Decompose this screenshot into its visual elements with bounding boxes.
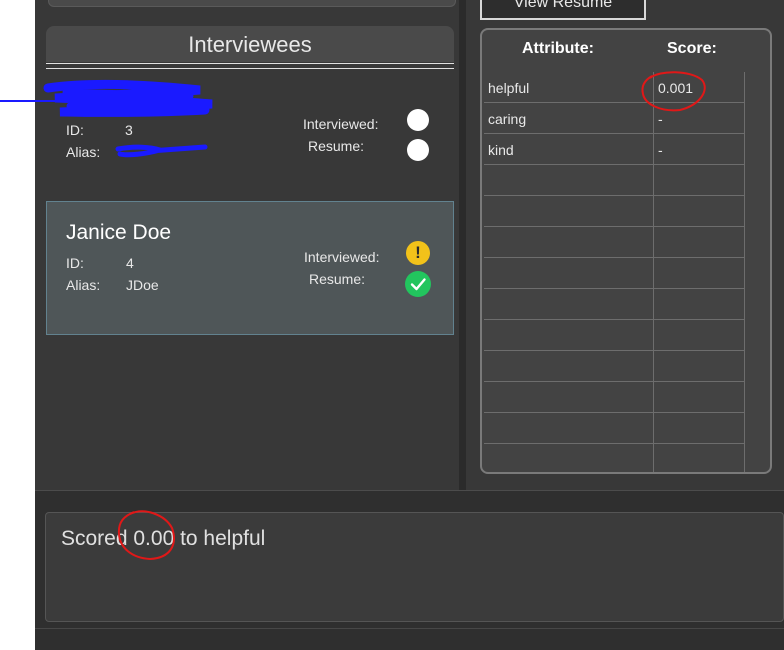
table-row-empty[interactable] — [484, 444, 770, 472]
id-label: ID: — [66, 122, 84, 138]
interviewee-card-selected[interactable]: Janice Doe ID: 4 Alias: JDoe Interviewed… — [46, 201, 454, 335]
score-cell — [654, 444, 745, 472]
table-row-empty[interactable] — [484, 258, 770, 289]
table-row-empty[interactable] — [484, 165, 770, 196]
score-cell — [654, 227, 745, 258]
attribute-cell — [484, 320, 654, 351]
score-cell — [654, 351, 745, 382]
output-message: Scored 0.00 to helpful — [61, 527, 266, 550]
alias-label: Alias: — [66, 144, 101, 160]
interviewed-label: Interviewed: — [304, 249, 380, 265]
score-cell — [654, 258, 745, 289]
table-row-empty[interactable] — [484, 196, 770, 227]
attribute-cell — [484, 444, 654, 472]
table-row-empty[interactable] — [484, 351, 770, 382]
table-row-empty[interactable] — [484, 227, 770, 258]
attribute-cell — [484, 227, 654, 258]
view-resume-button[interactable]: View Resume — [480, 0, 646, 20]
attribute-cell — [484, 413, 654, 444]
interviewees-panel: Interviewees ID: 3 Alias: Interviewed: R… — [46, 26, 454, 336]
attribute-cell — [484, 258, 654, 289]
attribute-cell: caring — [484, 103, 654, 134]
attribute-column-header: Attribute: — [522, 40, 594, 57]
table-row-empty[interactable] — [484, 382, 770, 413]
id-label: ID: — [66, 255, 84, 271]
top-panel-edge — [48, 0, 456, 7]
score-column-header: Score: — [667, 40, 717, 57]
attribute-cell: helpful — [484, 72, 654, 103]
table-row[interactable]: kind - — [484, 134, 770, 165]
bottom-splitter[interactable] — [35, 490, 784, 511]
interviewed-label: Interviewed: — [303, 116, 379, 132]
resume-label: Resume: — [309, 271, 366, 287]
checkmark-icon — [405, 271, 431, 297]
status-bar — [35, 628, 784, 650]
interviewee-name: Janice Doe — [66, 221, 172, 244]
resume-label: Resume: — [308, 138, 365, 154]
id-value: 3 — [125, 122, 133, 138]
id-value: 4 — [126, 255, 134, 271]
interviewees-title: Interviewees — [46, 26, 454, 62]
exclamation-icon: ! — [406, 241, 430, 265]
attribute-cell — [484, 382, 654, 413]
resume-status-icon — [407, 139, 429, 161]
table-row-empty[interactable] — [484, 320, 770, 351]
attribute-cell: kind — [484, 134, 654, 165]
interviewed-status-icon — [407, 109, 429, 131]
table-row[interactable]: caring - — [484, 103, 770, 134]
table-row-empty[interactable] — [484, 289, 770, 320]
score-cell — [654, 382, 745, 413]
interviewee-card[interactable]: ID: 3 Alias: Interviewed: Resume: — [46, 70, 454, 190]
score-cell: - — [654, 103, 745, 134]
score-cell — [654, 165, 745, 196]
score-cell — [654, 413, 745, 444]
attribute-cell — [484, 196, 654, 227]
attribute-cell — [484, 351, 654, 382]
table-row[interactable]: helpful 0.001 — [484, 72, 770, 103]
title-divider — [46, 63, 454, 69]
score-cell — [654, 289, 745, 320]
score-cell — [654, 320, 745, 351]
attribute-cell — [484, 165, 654, 196]
table-row-empty[interactable] — [484, 413, 770, 444]
attribute-table: Attribute: Score: helpful 0.001 caring -… — [480, 28, 772, 474]
score-cell — [654, 196, 745, 227]
attribute-cell — [484, 289, 654, 320]
output-box: Scored 0.00 to helpful — [45, 512, 784, 622]
score-cell: 0.001 — [654, 72, 745, 103]
pane-splitter[interactable] — [459, 0, 466, 490]
alias-value: JDoe — [126, 277, 159, 293]
alias-label: Alias: — [66, 277, 101, 293]
score-cell: - — [654, 134, 745, 165]
